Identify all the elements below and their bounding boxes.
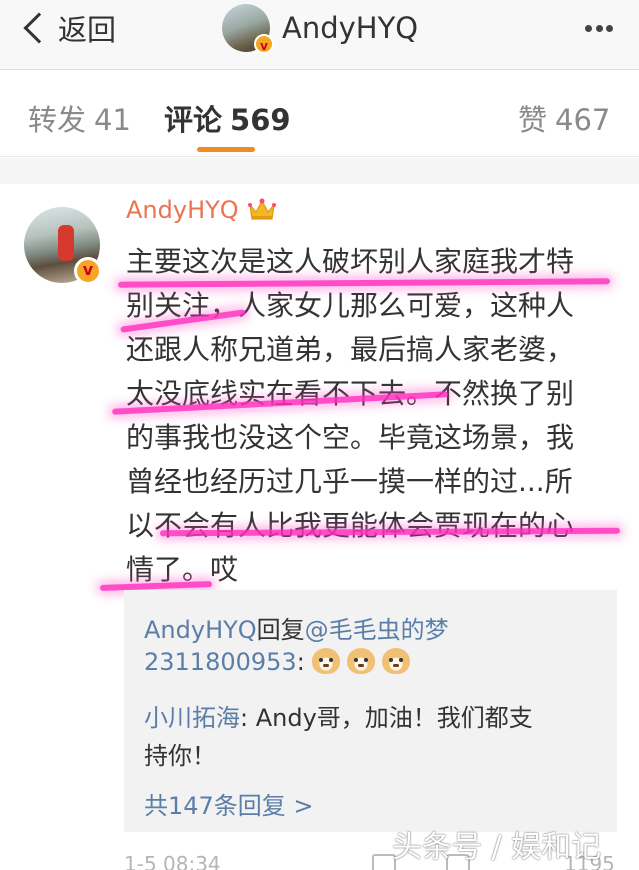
- page-title: AndyHYQ: [282, 11, 419, 45]
- comment-line: 曾经也经历过几乎一摸一样的过...所: [126, 465, 573, 498]
- verified-icon: v: [254, 34, 274, 54]
- back-label: 返回: [58, 13, 117, 47]
- doge-emoji-icon: [382, 648, 411, 674]
- tab-label: 转发: [28, 103, 87, 137]
- more-icon[interactable]: [585, 25, 613, 33]
- reply-item: 持你！: [144, 736, 216, 771]
- tab-label: 赞: [518, 103, 548, 137]
- comment-time: 1-5 08:34: [124, 852, 221, 870]
- nav-user[interactable]: v AndyHYQ: [222, 4, 419, 54]
- more-replies-link[interactable]: 共147条回复 >: [144, 786, 314, 821]
- comment-text: 主要这次是这人破坏别人家庭我才特 别关注，人家女儿那么可爱，这种人 还跟人称兄道…: [126, 240, 616, 592]
- reply-author[interactable]: 小川拓海: [144, 704, 240, 732]
- verified-icon: v: [74, 257, 102, 285]
- comment-line: 还跟人称兄道弟，最后搞人家老婆，: [126, 333, 575, 366]
- reply-item: 小川拓海: Andy哥，加油！我们都支: [144, 698, 533, 733]
- tab-comments[interactable]: 评论 569: [164, 97, 291, 139]
- comment-author-row: AndyHYQ: [126, 196, 277, 224]
- comment-line: 主要这次是这人破坏别人家庭我才特: [126, 245, 575, 278]
- tab-count: 467: [555, 103, 611, 137]
- top-nav-bar: 返回 v AndyHYQ: [0, 0, 639, 70]
- reply-mention-number[interactable]: 2311800953: [144, 648, 297, 676]
- tab-count: 41: [94, 103, 131, 137]
- tab-label: 评论: [164, 103, 223, 137]
- doge-emoji-icon: [347, 648, 376, 674]
- doge-emoji-icon: [312, 648, 341, 674]
- tab-reposts[interactable]: 转发 41: [28, 97, 131, 139]
- watermark: 头条号 / 娱和记: [392, 830, 602, 865]
- comment-line: 的事我也没这个空。毕竟这场景，我: [126, 421, 575, 454]
- active-tab-indicator: [197, 147, 255, 152]
- reply-item: AndyHYQ回复@毛毛虫的梦: [144, 610, 449, 645]
- reply-action: 回复: [256, 616, 305, 644]
- reply-item: 2311800953:: [144, 648, 417, 676]
- avatar[interactable]: v: [222, 4, 274, 54]
- back-button[interactable]: 返回: [20, 8, 116, 48]
- reply-text: 持你！: [144, 742, 216, 770]
- tab-likes[interactable]: 赞 467: [518, 97, 610, 139]
- reply-text: : Andy哥，加油！我们都支: [240, 704, 533, 732]
- comment-avatar[interactable]: v: [24, 207, 102, 285]
- section-divider: [0, 158, 639, 184]
- comment-line: 以不会有人比我更能体会贾现在的心: [126, 509, 575, 542]
- reply-author[interactable]: AndyHYQ: [144, 616, 257, 644]
- more-replies-label: 共147条回复 >: [144, 792, 314, 820]
- tab-count: 569: [230, 103, 291, 137]
- reply-mention[interactable]: @毛毛虫的梦: [305, 616, 449, 644]
- reply-box: AndyHYQ回复@毛毛虫的梦 2311800953: 小川拓海: Andy哥，…: [124, 590, 617, 832]
- tab-bar: 转发 41 评论 569 赞 467: [0, 71, 639, 157]
- comment-author[interactable]: AndyHYQ: [126, 196, 239, 224]
- crown-icon: [247, 198, 276, 220]
- chevron-left-icon: [23, 12, 55, 44]
- reply-colon: :: [296, 648, 305, 676]
